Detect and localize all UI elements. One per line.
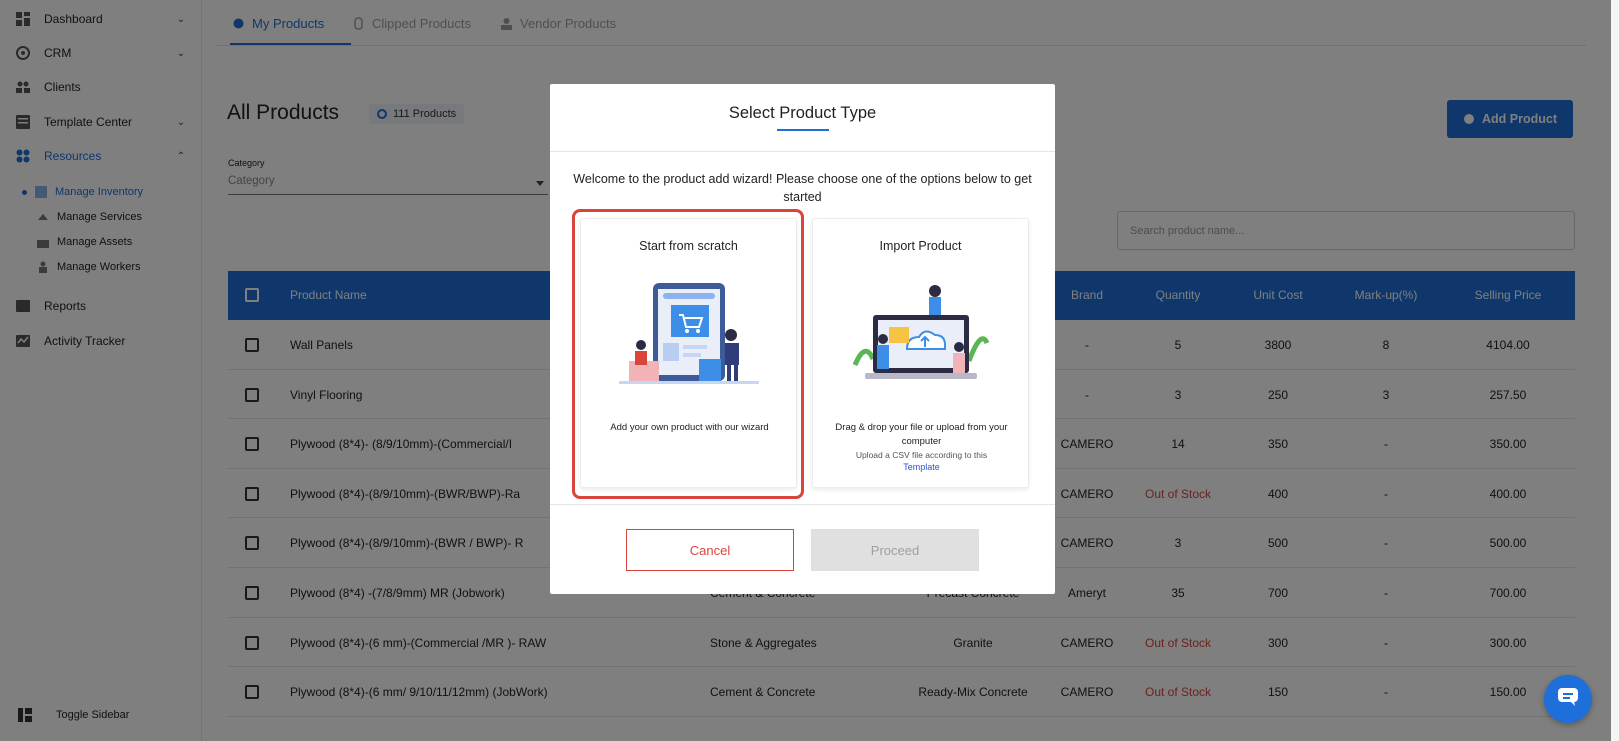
divider (550, 151, 1055, 152)
chat-icon (1557, 687, 1579, 712)
proceed-button[interactable]: Proceed (811, 529, 979, 571)
upload-illustration-icon (851, 281, 991, 391)
option-title: Start from scratch (639, 239, 738, 253)
option-start-from-scratch[interactable]: Start from scratch Add your own product … (580, 218, 797, 488)
scrollbar[interactable] (1611, 0, 1619, 741)
welcome-text: Welcome to the product add wizard! Pleas… (573, 172, 1032, 204)
modal-title-underline (777, 129, 829, 131)
cancel-button[interactable]: Cancel (626, 529, 794, 571)
template-link[interactable]: Template (823, 462, 1020, 472)
app-root: Dashboard ⌄ CRM ⌄ Clients Template Cente… (0, 0, 1619, 741)
option-title: Import Product (879, 239, 962, 253)
chat-button[interactable] (1544, 675, 1592, 723)
divider (550, 504, 1055, 505)
select-product-type-modal: Select Product Type Welcome to the produ… (550, 84, 1055, 594)
option-subtext: Upload a CSV file according to this (855, 450, 988, 460)
shopping-illustration-icon (619, 281, 759, 391)
option-description: Drag & drop your file or upload from you… (835, 422, 1008, 447)
option-description: Add your own product with our wizard (610, 422, 769, 433)
option-import-product[interactable]: Import Product Drag & drop your file or … (812, 218, 1029, 488)
modal-title: Select Product Type (728, 104, 877, 122)
